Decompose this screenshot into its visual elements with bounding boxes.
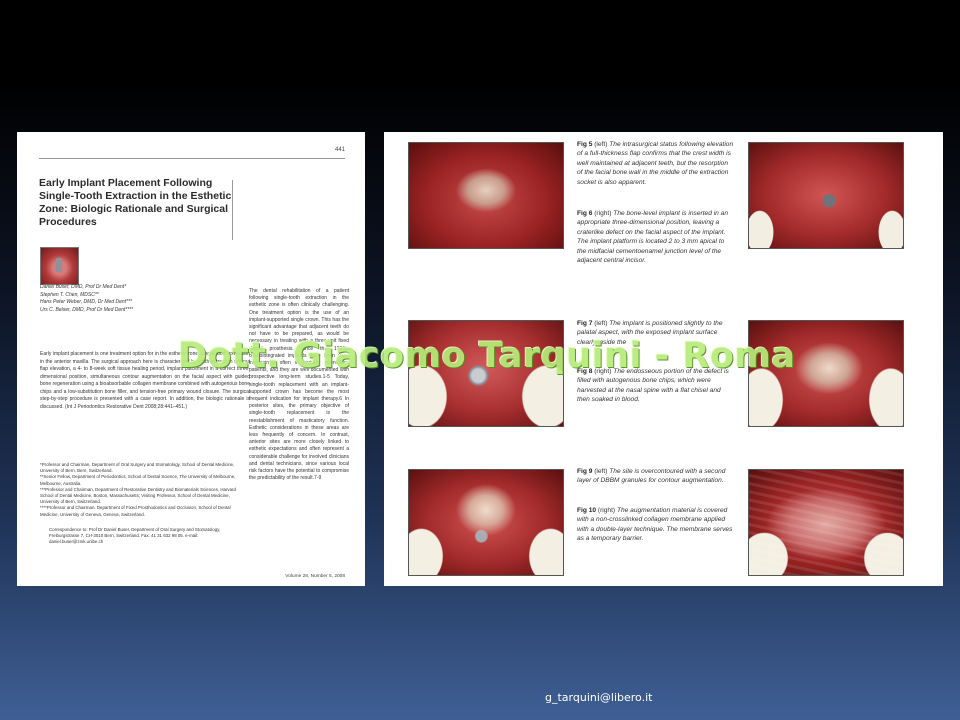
- author-list: Daniel Buser, DMD, Prof Dr Med Dent* Ste…: [40, 284, 133, 314]
- article-title: Early Implant Placement Following Single…: [39, 177, 232, 228]
- fig10-photo: [748, 469, 904, 576]
- fig-label: Fig 6: [577, 210, 593, 217]
- article-thumbnail-image: [40, 247, 79, 285]
- affiliation-note: ****Professor and Chairman, Department o…: [40, 505, 231, 517]
- fig10-caption: Fig 10 (right) The augmentation material…: [577, 506, 735, 544]
- author-line: Urs C. Belser, DMD, Prof Dr Med Dent****: [40, 306, 134, 313]
- page-number: 441: [334, 147, 345, 153]
- fig-label: Fig 9: [577, 468, 593, 475]
- footer-email: g_tarquini@libero.it: [545, 691, 653, 704]
- fig5-caption: Fig 5 (left) The intrasurgical status fo…: [577, 140, 735, 187]
- fig-text: The bone-level implant is inserted in an…: [577, 210, 729, 265]
- fig-label: Fig 5: [577, 141, 593, 148]
- fig6-caption: Fig 6 (right) The bone-level implant is …: [577, 209, 735, 265]
- fig9-caption: Fig 9 (left) The site is overcontoured w…: [577, 467, 735, 486]
- article-body-text: The dental rehabilitation of a patient f…: [249, 288, 349, 482]
- author-affiliations: *Professor and Chairman, Department of O…: [40, 462, 250, 518]
- fig-position: (left): [594, 320, 608, 327]
- fig-position: (right): [594, 210, 612, 217]
- title-divider: [232, 180, 233, 240]
- fig6-photo: [748, 142, 904, 249]
- volume-footer: Volume 28, Number 5, 2008: [285, 574, 345, 579]
- fig5-photo: [408, 142, 564, 249]
- correspondence-note: Correspondence to: Prof Dr Daniel Buser,…: [49, 527, 221, 545]
- affiliation-note: ***Professor and Chairman, Department of…: [40, 486, 236, 505]
- fig-label: Fig 10: [577, 507, 597, 514]
- author-line: Hans Peter Weber, DMD, Dr Med Dent***: [40, 299, 132, 305]
- author-line: Daniel Buser, DMD, Prof Dr Med Dent*: [40, 284, 127, 290]
- author-watermark: Dott. Giacomo Tarquini - Roma: [178, 336, 796, 376]
- affiliation-note: *Professor and Chairman, Department of O…: [40, 462, 235, 474]
- fig-position: (right): [597, 507, 616, 514]
- fig-position: (left): [594, 468, 608, 475]
- fig9-photo: [408, 469, 564, 576]
- affiliation-note: **Senior Fellow, Department of Periodont…: [40, 474, 236, 486]
- author-line: Stephen T. Chen, MDSC**: [40, 291, 99, 298]
- fig-position: (left): [594, 141, 608, 148]
- fig-label: Fig 7: [577, 320, 593, 327]
- header-rule: [39, 158, 345, 159]
